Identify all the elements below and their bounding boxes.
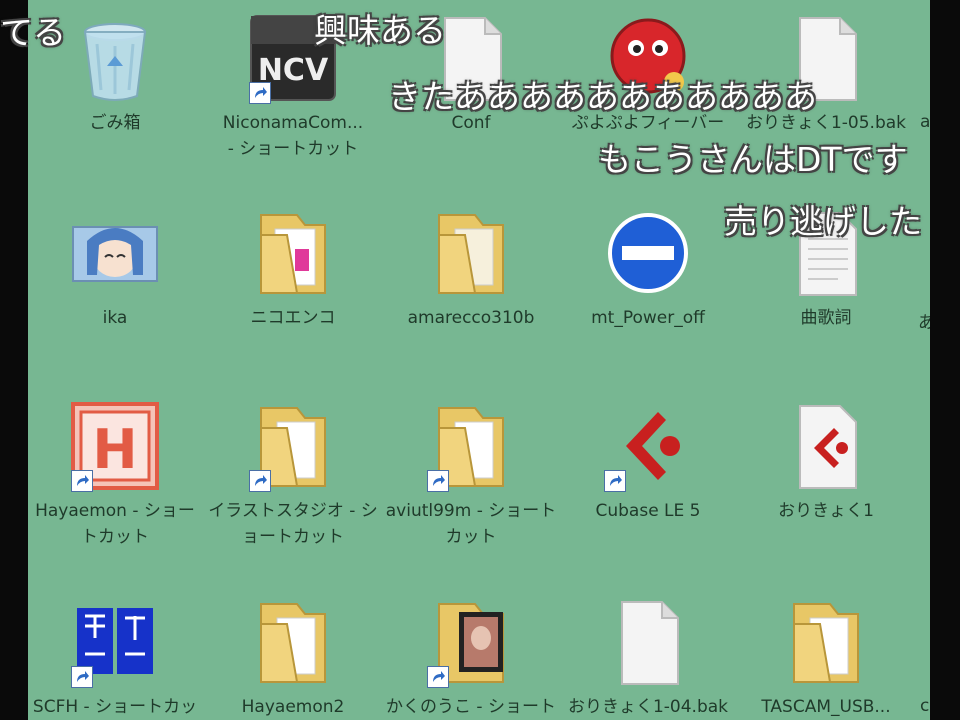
comment-overlay: きたあああああああああああ	[388, 77, 817, 116]
video-letterbox-left	[0, 0, 28, 720]
document-icon	[600, 594, 696, 690]
edge-label: c	[920, 696, 930, 716]
desktop-icon-tascam-usb[interactable]: TASCAM_USB...	[738, 594, 914, 720]
recycle-bin-icon	[67, 10, 163, 106]
folder-icon	[778, 594, 874, 690]
anime-image-icon	[67, 205, 163, 301]
icon-label: イラストスタジオ - ショートカット	[208, 501, 378, 547]
folder-icon	[423, 398, 519, 494]
desktop-icon-aviutl-shortcut[interactable]: aviutl99m - ショートカット	[383, 398, 559, 550]
folder-icon	[245, 398, 341, 494]
desktop-icon-amarecco[interactable]: amarecco310b	[383, 205, 559, 331]
edge-label: あ	[918, 313, 930, 333]
icon-label: SCFH - ショートカッ	[32, 697, 198, 717]
cubase-app-icon	[600, 398, 696, 494]
desktop-icon-orikyoku-05-bak[interactable]: おりきょく1-05.bak	[738, 10, 914, 136]
folder-icon	[245, 205, 341, 301]
comment-overlay: 興味ある	[314, 11, 446, 50]
icon-label: NiconamaCom... - ショートカット	[222, 113, 364, 159]
shortcut-arrow-icon	[427, 666, 449, 688]
icon-label: ごみ箱	[89, 113, 141, 133]
desktop-icon-ika[interactable]: ika	[28, 205, 203, 331]
icon-label: mt_Power_off	[591, 308, 705, 328]
hayaemon-app-icon: H	[67, 398, 163, 494]
shortcut-arrow-icon	[71, 470, 93, 492]
comment-overlay: 売り逃げした	[724, 202, 922, 241]
comment-overlay: もこうさんはDTです	[598, 140, 908, 179]
icon-label: 曲歌詞	[800, 308, 852, 328]
shortcut-arrow-icon	[427, 470, 449, 492]
video-letterbox-right	[930, 0, 960, 720]
desktop-icon-hayaemon-shortcut[interactable]: H Hayaemon - ショートカット	[28, 398, 203, 550]
icon-label: Cubase LE 5	[595, 501, 701, 521]
icon-label: Hayaemon - ショートカット	[35, 501, 195, 547]
desktop-icon-mt-power-off[interactable]: mt_Power_off	[560, 205, 736, 331]
icon-label: かくのうこ - ショート	[386, 697, 556, 717]
desktop-icon-cubase[interactable]: Cubase LE 5	[560, 398, 736, 524]
icon-label: ika	[102, 308, 128, 328]
icon-label: おりきょく1	[778, 501, 874, 521]
desktop-icon-puyo[interactable]: ぷよぷよフィーバー	[560, 10, 736, 136]
icon-label: おりきょく1-04.bak	[567, 697, 729, 717]
cubase-document-icon	[778, 398, 874, 494]
icon-label: amarecco310b	[407, 308, 535, 328]
no-entry-icon	[600, 205, 696, 301]
icon-label: Hayaemon2	[241, 697, 345, 717]
icon-label: aviutl99m - ショートカット	[385, 501, 557, 547]
comment-overlay: てる	[0, 13, 66, 52]
folder-icon	[245, 594, 341, 690]
desktop-icon-hayaemon2[interactable]: Hayaemon2	[205, 594, 381, 720]
scfh-app-icon	[67, 594, 163, 690]
icon-label: TASCAM_USB...	[761, 697, 891, 717]
shortcut-arrow-icon	[71, 666, 93, 688]
desktop-icon-orikyoku-1[interactable]: おりきょく1	[738, 398, 914, 524]
desktop-icon-scfh-shortcut[interactable]: SCFH - ショートカッ	[28, 594, 203, 720]
icon-label: ニコエンコ	[250, 308, 336, 328]
picture-icon	[423, 594, 519, 690]
desktop-icon-kakunouko-shortcut[interactable]: かくのうこ - ショート	[383, 594, 559, 720]
desktop-icon-orikyoku-04-bak[interactable]: おりきょく1-04.bak	[560, 594, 736, 720]
shortcut-arrow-icon	[249, 82, 271, 104]
shortcut-arrow-icon	[249, 470, 271, 492]
desktop-icon-nicoenco[interactable]: ニコエンコ	[205, 205, 381, 331]
edge-label: a	[920, 112, 930, 132]
folder-icon	[423, 205, 519, 301]
shortcut-arrow-icon	[604, 470, 626, 492]
desktop-icon-illust-studio-shortcut[interactable]: イラストスタジオ - ショートカット	[205, 398, 381, 550]
svg-text:H: H	[92, 418, 137, 481]
